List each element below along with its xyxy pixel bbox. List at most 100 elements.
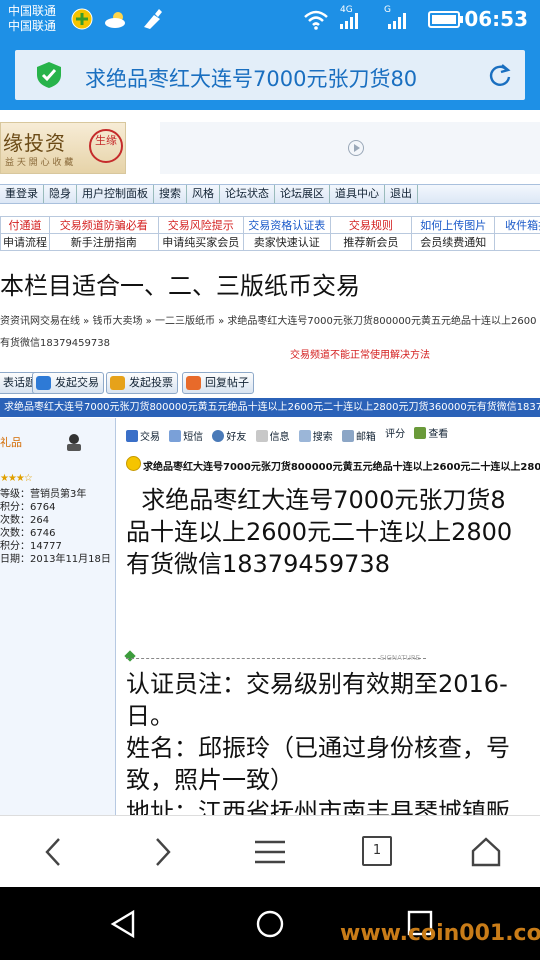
nav-link[interactable]: 搜索	[154, 185, 187, 203]
signature-watermark: SIGNATURE	[380, 654, 421, 662]
site-logo[interactable]: 缘投资 益 天 開 心 收 藏 生缘	[0, 122, 126, 174]
quick-link[interactable]: 申请纯买家会员	[157, 233, 244, 251]
new-trade-button[interactable]: 发起交易	[32, 372, 104, 394]
tool-mail[interactable]: 邮箱	[341, 428, 376, 443]
tool-rate[interactable]: 评分	[385, 425, 405, 440]
reply-icon	[186, 376, 201, 390]
tabs-button[interactable]: 1	[362, 836, 392, 866]
quick-link[interactable]: 交易资格认证表	[242, 216, 331, 234]
back-icon[interactable]	[40, 836, 68, 868]
site-watermark: www.coin001.com	[340, 921, 540, 946]
pencil-icon	[124, 650, 136, 662]
tool-label: 好友	[226, 432, 247, 443]
weather-icon	[105, 12, 125, 28]
mail-icon	[341, 430, 354, 442]
tool-label: 信息	[269, 432, 290, 443]
battery-icon	[428, 11, 463, 28]
quick-link[interactable]: 如何上传图片	[411, 216, 496, 234]
breadcrumb[interactable]: 资资讯网交易在线 » 钱币大卖场 » 一二三版纸币 » 求绝品枣红大连号7000…	[0, 312, 537, 327]
thread-header-bar: 求绝品枣红大连号7000元张刀货800000元黄五元绝品十连以上2600元二十连…	[0, 398, 540, 417]
search-icon	[298, 430, 311, 442]
url-box[interactable]: 求绝品枣红大连号7000元张刀货80	[15, 50, 525, 100]
notice-link[interactable]: 交易频道不能正常使用解决方法	[290, 346, 430, 361]
tool-label: 搜索	[312, 432, 333, 443]
nav-home-icon[interactable]	[255, 909, 285, 939]
secure-shield-icon	[37, 62, 61, 88]
user-stat: 日期：2013年11月18日	[0, 554, 111, 565]
reload-icon[interactable]	[487, 62, 513, 88]
quick-link[interactable]: 交易规则	[329, 216, 413, 234]
nav-link[interactable]: 风格	[187, 185, 220, 203]
gift-label[interactable]: 礼品	[0, 434, 22, 450]
post-tools: 交易 短信 好友 信息 搜索 邮箱 评分 查看	[126, 425, 454, 443]
tool-message[interactable]: 短信	[169, 428, 203, 443]
nav-link[interactable]: 用户控制面板	[77, 185, 154, 203]
forward-icon[interactable]	[148, 836, 176, 868]
message-icon	[169, 430, 182, 442]
section-title: 本栏目适合一、二、三版纸币交易	[0, 272, 360, 300]
tool-search[interactable]: 搜索	[298, 428, 333, 443]
signal-icon-2	[388, 13, 406, 29]
system-nav-bar: www.coin001.com	[0, 887, 540, 960]
carrier-1: 中国联通	[8, 4, 57, 18]
banner-video[interactable]	[160, 122, 540, 174]
browser-address-bar: 求绝品枣红大连号7000元张刀货80	[0, 40, 540, 110]
tool-label: 邮箱	[355, 432, 376, 443]
reply-button[interactable]: 回复帖子	[182, 372, 254, 394]
cert-line: 姓名：邱振玲（已通过身份核查，号	[126, 734, 510, 762]
nav-link[interactable]: 隐身	[44, 185, 77, 203]
nav-link[interactable]: 论坛展区	[275, 185, 330, 203]
post-title: 求绝品枣红大连号7000元张刀货800000元黄五元绝品十连以上2600元二十连…	[143, 462, 540, 473]
cert-line: 日。	[126, 702, 174, 730]
quick-link[interactable]: 交易风险提示	[157, 216, 244, 234]
smile-icon	[126, 456, 141, 471]
rank-stars-icon: ★★★☆	[0, 473, 33, 484]
quick-link[interactable]: 新手注册指南	[49, 233, 159, 251]
tool-info[interactable]: 信息	[255, 428, 290, 443]
avatar-icon[interactable]	[64, 432, 84, 452]
tool-trade[interactable]: 交易	[126, 428, 160, 443]
browser-toolbar: 1	[0, 815, 540, 887]
menu-icon[interactable]	[252, 836, 288, 868]
quick-link[interactable]: 会员续费通知	[411, 233, 496, 251]
quick-link[interactable]: 交易频道防骗必看	[49, 216, 159, 234]
clock: 06:53	[464, 7, 528, 31]
trade-icon	[36, 376, 51, 390]
nav-link[interactable]: 重登录	[0, 185, 44, 203]
status-bar: 中国联通 中国联通 4G G 06:53	[0, 0, 540, 40]
post-body-line: 求绝品枣红大连号7000元张刀货8	[126, 486, 506, 514]
quick-link[interactable]: 卖家快速认证	[242, 233, 331, 251]
new-poll-label: 发起投票	[129, 376, 173, 389]
reply-label: 回复帖子	[205, 376, 249, 389]
quick-link[interactable]: 推荐新会员	[329, 233, 413, 251]
quick-link[interactable]	[494, 233, 540, 251]
home-icon[interactable]	[470, 836, 502, 868]
new-trade-label: 发起交易	[55, 376, 99, 389]
poll-icon	[110, 376, 125, 390]
nav-link[interactable]: 退出	[385, 185, 418, 203]
nav-link[interactable]: 论坛状态	[220, 185, 275, 203]
cert-line: 致，照片一致）	[126, 766, 294, 794]
logo-text: 缘投资	[3, 131, 66, 155]
carrier-info: 中国联通 中国联通	[8, 4, 56, 34]
view-icon	[414, 427, 427, 439]
tool-friend[interactable]: 好友	[212, 428, 246, 443]
tool-label: 交易	[140, 432, 160, 443]
tool-label: 查看	[428, 429, 449, 440]
tool-view[interactable]: 查看	[414, 425, 448, 440]
friend-icon	[212, 430, 225, 442]
quick-link[interactable]: 付通道	[0, 216, 50, 234]
play-icon[interactable]	[348, 140, 364, 156]
nav-back-icon[interactable]	[108, 909, 138, 939]
quick-link-grid: 付通道 交易频道防骗必看 交易风险提示 交易资格认证表 交易规则 如何上传图片 …	[0, 216, 540, 251]
app-notification-icon	[71, 8, 93, 30]
post-body-line: 品十连以上2600元二十连以上2800	[126, 518, 513, 546]
logo-seal: 生缘	[89, 129, 123, 163]
quick-link[interactable]: 申请流程	[0, 233, 50, 251]
signal-icon-1	[340, 13, 358, 29]
quick-link[interactable]: 收件箱打	[494, 216, 540, 234]
clean-brush-icon	[144, 9, 162, 29]
new-poll-button[interactable]: 发起投票	[106, 372, 178, 394]
nav-link[interactable]: 道具中心	[330, 185, 385, 203]
page-title: 求绝品枣红大连号7000元张刀货80	[85, 67, 418, 91]
